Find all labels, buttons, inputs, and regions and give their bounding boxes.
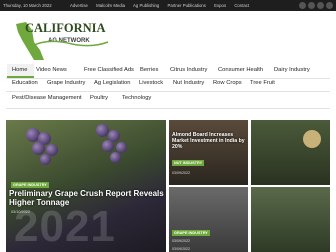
card-category-tag[interactable]: NUT INDUSTRY bbox=[172, 160, 205, 166]
top-link-malcolm-media[interactable]: Malcolm Media bbox=[96, 3, 125, 8]
nav-technology[interactable]: Technology bbox=[122, 95, 151, 101]
top-bar: Thursday, 10 March 2022 Advertise Malcol… bbox=[0, 0, 336, 11]
social-links bbox=[299, 2, 333, 9]
twitter-icon[interactable] bbox=[308, 2, 315, 9]
nav-poultry[interactable]: Poultry bbox=[90, 95, 108, 101]
site-logo[interactable]: CALIFORNIA AG NETWORK bbox=[12, 16, 122, 64]
card-date: 03/09/2022 bbox=[172, 171, 190, 175]
top-link-contact[interactable]: Contact bbox=[234, 3, 249, 8]
nav-row-crops[interactable]: Row Crops bbox=[213, 80, 242, 86]
nav-tree-fruit[interactable]: Tree Fruit bbox=[250, 80, 275, 86]
top-link-partner-publications[interactable]: Partner Publications bbox=[167, 3, 205, 8]
article-card[interactable]: 03/09/2022 bbox=[169, 187, 248, 252]
top-link-advertise[interactable]: Advertise bbox=[70, 3, 88, 8]
hero-date: 03/10/2022 bbox=[11, 210, 31, 214]
logo-line1: CALIFORNIA bbox=[25, 21, 106, 35]
grape-icon bbox=[32, 142, 45, 155]
nav-livestock[interactable]: Livestock bbox=[139, 80, 163, 86]
nav-nut-industry[interactable]: Nut Industry bbox=[173, 80, 204, 86]
current-date: Thursday, 10 March 2022 bbox=[3, 3, 52, 8]
top-link-expos[interactable]: Expos bbox=[214, 3, 226, 8]
article-card[interactable] bbox=[251, 120, 330, 185]
nav-divider bbox=[6, 78, 330, 79]
nav-pest-disease-management[interactable]: Pest/Disease Management bbox=[12, 95, 82, 101]
nav-divider bbox=[6, 91, 330, 92]
youtube-icon[interactable] bbox=[317, 2, 324, 9]
nav-education[interactable]: Education bbox=[12, 80, 38, 86]
grape-icon bbox=[40, 154, 51, 165]
nav-grape-industry[interactable]: Grape Industry bbox=[47, 80, 85, 86]
nav-citrus-industry[interactable]: Citrus Industry bbox=[170, 67, 207, 73]
article-card[interactable] bbox=[251, 187, 330, 252]
nav-ag-legislation[interactable]: Ag Legislation bbox=[94, 80, 130, 86]
instagram-icon[interactable] bbox=[326, 2, 333, 9]
hero-title[interactable]: Preliminary Grape Crush Report Reveals H… bbox=[9, 189, 165, 208]
nav-consumer-health[interactable]: Consumer Health bbox=[218, 67, 263, 73]
nav-dairy-industry[interactable]: Dairy Industry bbox=[274, 67, 310, 73]
card-date: 03/09/2022 bbox=[172, 247, 190, 251]
hero-category-tag[interactable]: GRAPE INDUSTRY bbox=[11, 182, 49, 188]
nav-divider bbox=[6, 108, 330, 109]
top-links: Advertise Malcolm Media Ag Publishing Pa… bbox=[70, 3, 256, 8]
nav-video-news[interactable]: Video News bbox=[36, 67, 67, 73]
card-category-tag[interactable]: GRAPE INDUSTRY bbox=[172, 230, 210, 236]
grape-icon bbox=[110, 152, 121, 163]
nav-free-classified-ads[interactable]: Free Classified Ads bbox=[84, 67, 134, 73]
grape-icon bbox=[102, 140, 114, 152]
almond-icon bbox=[303, 130, 321, 148]
facebook-icon[interactable] bbox=[299, 2, 306, 9]
article-card[interactable]: Almond Board Increases Market Investment… bbox=[169, 120, 248, 185]
card-title[interactable]: Almond Board Increases Market Investment… bbox=[172, 132, 248, 151]
nav-home[interactable]: Home bbox=[12, 67, 27, 73]
top-link-ag-publishing[interactable]: Ag Publishing bbox=[133, 3, 159, 8]
grape-icon bbox=[116, 142, 127, 153]
nav-berries[interactable]: Berries bbox=[140, 67, 158, 73]
card-date: 03/09/2022 bbox=[172, 239, 190, 243]
